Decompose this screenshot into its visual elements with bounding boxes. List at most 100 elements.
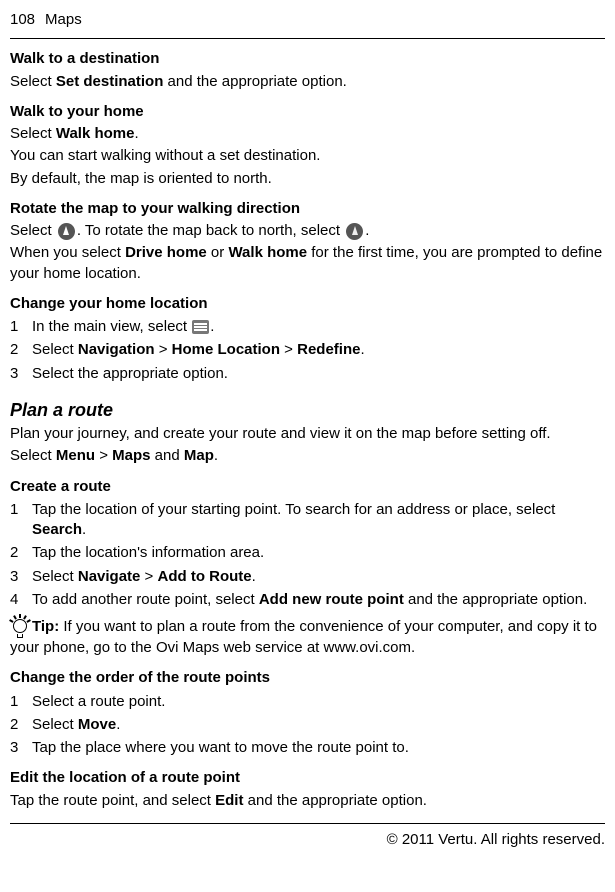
text-fragment: >: [280, 341, 297, 358]
add-to-route-label: Add to Route: [158, 568, 252, 585]
edit-route-point-text: Tap the route point, and select Edit and…: [10, 791, 605, 811]
tip-label: Tip:: [32, 618, 59, 635]
menu-label: Menu: [56, 447, 95, 464]
text-fragment: >: [155, 341, 172, 358]
list-item: 3 Select Navigate > Add to Route.: [10, 567, 605, 587]
home-location-label: Home Location: [172, 341, 280, 358]
text-fragment: Tap the route point, and select: [10, 792, 215, 809]
redefine-label: Redefine: [297, 341, 360, 358]
heading-rotate-map: Rotate the map to your walking direction: [10, 199, 605, 219]
text-fragment: .: [82, 521, 86, 538]
list-item: 1 Tap the location of your starting poin…: [10, 500, 605, 541]
list-item: 3 Select the appropriate option.: [10, 364, 605, 384]
step-body: Tap the place where you want to move the…: [32, 738, 605, 758]
heading-walk-home: Walk to your home: [10, 102, 605, 122]
text-fragment: .: [365, 222, 369, 239]
list-item: 1 In the main view, select .: [10, 317, 605, 337]
heading-create-route: Create a route: [10, 477, 605, 497]
north-icon: [346, 223, 363, 240]
list-item: 2 Select Move.: [10, 715, 605, 735]
add-new-route-point-label: Add new route point: [259, 591, 404, 608]
step-number: 2: [10, 543, 32, 563]
step-body: Select Navigate > Add to Route.: [32, 567, 605, 587]
text-fragment: .: [210, 318, 214, 335]
step-body: Tap the location of your starting point.…: [32, 500, 605, 541]
step-number: 2: [10, 340, 32, 360]
footer-rule: [10, 823, 605, 824]
navigate-label: Navigate: [78, 568, 141, 585]
change-order-steps: 1 Select a route point. 2 Select Move. 3…: [10, 692, 605, 759]
text-fragment: and the appropriate option.: [404, 591, 587, 608]
step-number: 1: [10, 500, 32, 541]
tip-body: If you want to plan a route from the con…: [10, 618, 597, 656]
text-fragment: and the appropriate option.: [163, 73, 346, 90]
text-fragment: Select: [10, 125, 56, 142]
step-number: 3: [10, 738, 32, 758]
text-fragment: Select: [10, 447, 56, 464]
create-route-steps: 1 Tap the location of your starting poin…: [10, 500, 605, 610]
list-item: 3 Tap the place where you want to move t…: [10, 738, 605, 758]
plan-route-desc: Plan your journey, and create your route…: [10, 424, 605, 444]
text-fragment: .: [135, 125, 139, 142]
walk-destination-text: Select Set destination and the appropria…: [10, 72, 605, 92]
text-fragment: >: [95, 447, 112, 464]
list-item: 2 Select Navigation > Home Location > Re…: [10, 340, 605, 360]
text-fragment: and the appropriate option.: [243, 792, 426, 809]
plan-route-select: Select Menu > Maps and Map.: [10, 446, 605, 466]
step-number: 4: [10, 590, 32, 610]
heading-change-home: Change your home location: [10, 294, 605, 314]
step-body: Select a route point.: [32, 692, 605, 712]
text-fragment: Select: [10, 222, 56, 239]
step-body: Tap the location's information area.: [32, 543, 605, 563]
section-name: Maps: [45, 10, 82, 30]
compass-icon: [58, 223, 75, 240]
text-fragment: To add another route point, select: [32, 591, 259, 608]
walk-home-select: Select Walk home.: [10, 124, 605, 144]
text-fragment: When you select: [10, 244, 125, 261]
search-label: Search: [32, 521, 82, 538]
list-item: 1 Select a route point.: [10, 692, 605, 712]
text-fragment: .: [252, 568, 256, 585]
change-home-steps: 1 In the main view, select . 2 Select Na…: [10, 317, 605, 384]
step-body: In the main view, select .: [32, 317, 605, 337]
walk-home-note1: You can start walking without a set dest…: [10, 146, 605, 166]
set-destination-label: Set destination: [56, 73, 164, 90]
text-fragment: >: [140, 568, 157, 585]
heading-edit-route-point: Edit the location of a route point: [10, 768, 605, 788]
drive-home-label: Drive home: [125, 244, 207, 261]
step-number: 1: [10, 692, 32, 712]
step-number: 3: [10, 567, 32, 587]
text-fragment: Select: [10, 73, 56, 90]
text-fragment: or: [207, 244, 229, 261]
heading-walk-destination: Walk to a destination: [10, 49, 605, 69]
header-rule: [10, 38, 605, 39]
walk-home-label-2: Walk home: [228, 244, 307, 261]
walk-home-label: Walk home: [56, 125, 135, 142]
text-fragment: . To rotate the map back to north, selec…: [77, 222, 344, 239]
rotate-map-select: Select . To rotate the map back to north…: [10, 221, 605, 241]
step-body: To add another route point, select Add n…: [32, 590, 605, 610]
text-fragment: Select: [32, 341, 78, 358]
list-item: 4 To add another route point, select Add…: [10, 590, 605, 610]
walk-home-note2: By default, the map is oriented to north…: [10, 169, 605, 189]
page-header: 108 Maps: [10, 10, 605, 34]
text-fragment: .: [116, 716, 120, 733]
list-item: 2 Tap the location's information area.: [10, 543, 605, 563]
text-fragment: In the main view, select: [32, 318, 191, 335]
text-fragment: Select: [32, 716, 78, 733]
footer-copyright: © 2011 Vertu. All rights reserved.: [10, 830, 605, 850]
text-fragment: .: [214, 447, 218, 464]
edit-label: Edit: [215, 792, 243, 809]
page-number: 108: [10, 10, 35, 30]
step-number: 2: [10, 715, 32, 735]
step-body: Select Move.: [32, 715, 605, 735]
heading-change-order: Change the order of the route points: [10, 668, 605, 688]
rotate-map-note: When you select Drive home or Walk home …: [10, 243, 605, 284]
step-number: 1: [10, 317, 32, 337]
step-body: Select the appropriate option.: [32, 364, 605, 384]
map-label: Map: [184, 447, 214, 464]
move-label: Move: [78, 716, 116, 733]
text-fragment: Select: [32, 568, 78, 585]
heading-plan-route: Plan a route: [10, 398, 605, 422]
step-body: Select Navigation > Home Location > Rede…: [32, 340, 605, 360]
